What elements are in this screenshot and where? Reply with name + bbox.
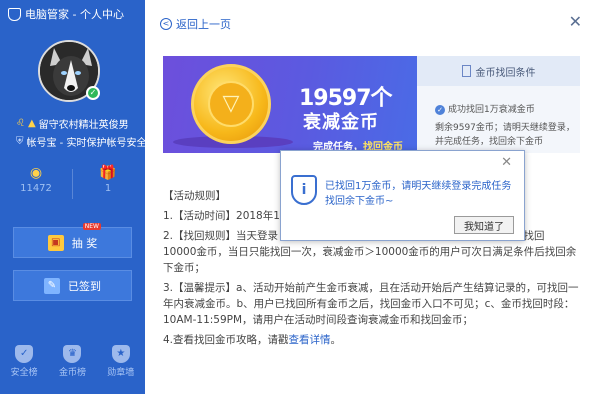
decayed-coin-label: 衰减金币 — [303, 112, 379, 133]
coin-stat[interactable]: ◉ 11472 — [0, 165, 72, 194]
rule-4-prefix: 4.查看找回金币攻略，请戳 — [163, 334, 289, 346]
gift-stat[interactable]: 🎁 1 — [72, 165, 144, 194]
sidebar: 电脑管家 - 个人中心 ✓ ♌ ▲ 留守农村精壮英俊男 ⛨ 帐号宝 - 实时保护… — [0, 0, 146, 394]
rule-4-suffix: 。 — [330, 334, 342, 346]
coin-rank-link[interactable]: ♛ 金币榜 — [50, 345, 95, 378]
check-circle-icon: ✓ — [435, 105, 445, 115]
dialog-close-icon[interactable]: ✕ — [501, 155, 512, 170]
user-badge-line[interactable]: ♌ ▲ 留守农村精壮英俊男 — [16, 116, 129, 131]
document-icon — [461, 65, 471, 77]
rule-3: 3.【温馨提示】a、活动开始前产生金币衰减，且在活动开始后产生结算记录的，可找回… — [163, 282, 579, 326]
notice-dialog: ✕ i 已找回1万金币，请明天继续登录完成任务找回余下金币~ 我知道了 — [280, 150, 525, 241]
view-details-link[interactable]: 查看详情 — [289, 334, 331, 346]
condition-item-1-text: 成功找回1万衰减金币 — [448, 105, 535, 115]
dialog-message: 已找回1万金币，请明天继续登录完成任务找回余下金币~ — [325, 181, 512, 207]
stats-row: ◉ 11472 🎁 1 — [0, 165, 145, 205]
lock-badge-icon: ▲ — [27, 118, 36, 129]
info-icon: i — [291, 175, 317, 205]
conditions-title: 金币找回条件 — [475, 67, 536, 79]
medal-wall-link[interactable]: ★ 勋章墙 — [98, 345, 143, 378]
gold-coin-graphic: ▽ — [191, 64, 271, 144]
gold-coin-icon: ◉ — [29, 165, 43, 181]
coin-rank-label: 金币榜 — [58, 368, 86, 378]
new-badge: NEW — [82, 223, 101, 230]
close-icon[interactable]: ✕ — [569, 12, 582, 31]
app-logo-icon — [8, 7, 21, 21]
security-rank-link[interactable]: ✓ 安全榜 — [2, 345, 47, 378]
back-link[interactable]: < 返回上一页 — [160, 16, 231, 32]
shield-icon: ⛨ — [16, 136, 24, 147]
gift-icon: 🎁 — [99, 165, 117, 181]
conditions-panel: 金币找回条件 ✓ 成功找回1万衰减金币 剩余9597金币；请明天继续登录， 并完成… — [417, 56, 580, 153]
back-arrow-icon: < — [160, 18, 172, 30]
vip-icon: ♌ — [16, 118, 25, 129]
security-rank-label: 安全榜 — [10, 368, 38, 378]
app-title-bar: 电脑管家 - 个人中心 — [8, 6, 124, 22]
crown-icon: ♛ — [63, 345, 82, 363]
condition-item-2-line2: 并完成任务，找回余下金币 — [435, 137, 544, 147]
gift-box-icon: ▣ — [47, 234, 64, 251]
rule-2-cont: 10000金币，当日只能找回一次，衰减金币＞10000金币的用户可次日满足条件后… — [163, 246, 577, 274]
sidebar-bottom-nav: ✓ 安全榜 ♛ 金币榜 ★ 勋章墙 — [0, 345, 145, 378]
medal-icon: ★ — [111, 345, 130, 363]
condition-item-2-line1: 剩余9597金币；请明天继续登录， — [435, 123, 575, 133]
user-title-text: 留守农村精壮英俊男 — [38, 120, 129, 131]
promo-banner[interactable]: ▽ 19597个 衰减金币 完成任务，找回金币 — [163, 56, 417, 153]
lottery-button[interactable]: NEW ▣ 抽 奖 — [13, 223, 132, 258]
lottery-label: 抽 奖 — [71, 236, 98, 250]
signed-in-button[interactable]: ✎ 已签到 — [13, 270, 132, 301]
signed-in-label: 已签到 — [68, 279, 101, 293]
account-protect-line[interactable]: ⛨ 帐号宝 - 实时保护帐号安全 — [16, 134, 146, 149]
gift-count: 1 — [104, 183, 112, 194]
account-protect-text: 帐号宝 - 实时保护帐号安全 — [26, 138, 147, 149]
rule-4: 4.查看找回金币攻略，请戳查看详情。 — [163, 332, 583, 348]
shield-logo-icon: ▽ — [208, 81, 254, 127]
conditions-header: 金币找回条件 — [417, 56, 580, 86]
condition-item-1: ✓ 成功找回1万衰减金币 — [435, 102, 535, 115]
back-label: 返回上一页 — [176, 18, 231, 31]
coin-count: 11472 — [20, 183, 52, 194]
edit-check-icon: ✎ — [44, 277, 60, 294]
verified-check-icon: ✓ — [86, 86, 100, 100]
shield-check-icon: ✓ — [15, 345, 34, 363]
dialog-ok-button[interactable]: 我知道了 — [454, 216, 514, 234]
app-title: 电脑管家 - 个人中心 — [25, 8, 124, 21]
medal-wall-label: 勋章墙 — [107, 368, 135, 378]
rule-2-start: 2.【找回规则】当天登录 — [163, 230, 279, 242]
